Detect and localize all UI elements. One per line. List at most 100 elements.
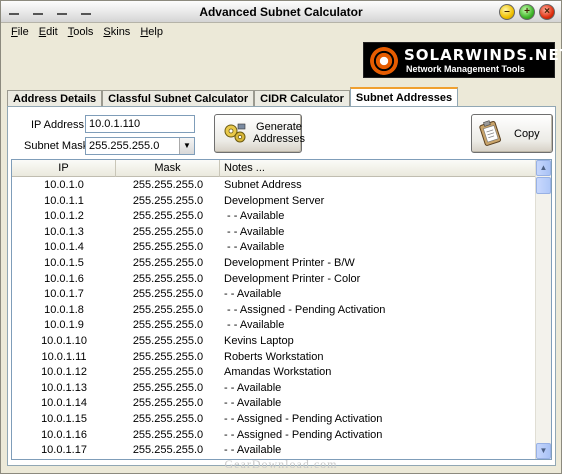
notes-cell: Development Printer - B/W	[224, 256, 355, 269]
table-row[interactable]: 10.0.1.0 255.255.255.0 Subnet Address	[12, 178, 536, 194]
notes-cell: - - Available	[224, 225, 285, 238]
mask-cell: 255.255.255.0	[132, 303, 204, 316]
notes-cell: - - Available	[224, 381, 282, 394]
mask-cell: 255.255.255.0	[132, 350, 204, 363]
table-row[interactable]: 10.0.1.5 255.255.255.0 Development Printer…	[12, 256, 536, 272]
notes-cell: - - Available	[224, 288, 282, 301]
mask-cell: 255.255.255.0	[132, 334, 204, 347]
mask-cell: 255.255.255.0	[132, 194, 204, 207]
column-header-mask[interactable]: Mask	[116, 160, 220, 177]
logo-tagline: Network Management Tools	[406, 64, 525, 74]
table-row[interactable]: 10.0.1.10 255.255.255.0 Kevins Laptop	[12, 334, 536, 350]
scroll-up-button[interactable]: ▲	[536, 160, 551, 176]
mask-cell: 255.255.255.0	[132, 319, 204, 332]
table-row[interactable]: 10.0.1.6 255.255.255.0 Development Printer…	[12, 272, 536, 288]
notes-cell: Kevins Laptop	[224, 334, 294, 347]
mask-cell: 255.255.255.0	[132, 256, 204, 269]
notes-cell: Roberts Workstation	[224, 350, 324, 363]
mask-cell: 255.255.255.0	[132, 288, 204, 301]
table-row[interactable]: 10.0.1.3 255.255.255.0 - - Available	[12, 225, 536, 241]
menu-skins[interactable]: Skins	[103, 26, 130, 38]
mask-cell: 255.255.255.0	[132, 397, 204, 410]
ip-cell: 10.0.1.12	[41, 366, 87, 379]
ip-cell: 10.0.1.3	[44, 225, 84, 238]
ip-cell: 10.0.1.9	[44, 319, 84, 332]
notes-cell: - - Available	[224, 241, 285, 254]
table-row[interactable]: 10.0.1.1 255.255.255.0 Development Server	[12, 194, 536, 210]
chevron-down-icon: ▼	[539, 446, 548, 455]
notes-cell: - - Assigned - Pending Activation	[224, 428, 383, 441]
window-controls: – + ×	[499, 4, 555, 20]
table-row[interactable]: 10.0.1.16 255.255.255.0 - - Assigned - Pen…	[12, 428, 536, 444]
solarwinds-logo: SOLARWINDS.NET Network Management Tools	[363, 42, 562, 78]
column-header-ip[interactable]: IP	[12, 160, 116, 177]
window-title: Advanced Subnet Calculator	[199, 5, 363, 19]
tab-address-details[interactable]: Address Details	[7, 90, 103, 107]
table-row[interactable]: 10.0.1.2 255.255.255.0 - - Available	[12, 209, 536, 225]
mask-cell: 255.255.255.0	[132, 225, 204, 238]
chevron-down-icon[interactable]: ▼	[179, 138, 194, 154]
mask-cell: 255.255.255.0	[132, 428, 204, 441]
menu-help[interactable]: Help	[140, 26, 163, 38]
maximize-icon: +	[524, 6, 530, 17]
vertical-scrollbar[interactable]: ▲ ▼	[535, 160, 551, 459]
notes-cell: Amandas Workstation	[224, 366, 332, 379]
tab-subnet-addresses[interactable]: Subnet Addresses	[349, 87, 459, 107]
menu-edit[interactable]: Edit	[39, 26, 58, 38]
tab-classful-subnet-calculator[interactable]: Classful Subnet Calculator	[102, 90, 255, 107]
ip-cell: 10.0.1.4	[44, 241, 84, 254]
table-row[interactable]: 10.0.1.13 255.255.255.0 - - Available	[12, 381, 536, 397]
generate-addresses-label: Generate Addresses	[253, 121, 305, 145]
subnet-mask-value: 255.255.255.0	[89, 140, 160, 152]
notes-cell: - - Available	[224, 210, 285, 223]
generate-addresses-button[interactable]: Generate Addresses	[214, 114, 305, 153]
chevron-up-icon: ▲	[539, 163, 548, 172]
table-row[interactable]: 10.0.1.12 255.255.255.0 Amandas Workstatio…	[12, 365, 536, 381]
subnet-mask-select[interactable]: 255.255.255.0 ▼	[85, 137, 195, 155]
ip-address-input[interactable]: 10.0.1.110	[85, 115, 195, 133]
notes-cell: Development Printer - Color	[224, 272, 361, 285]
table-row[interactable]: 10.0.1.8 255.255.255.0 - - Assigned - Pen…	[12, 303, 536, 319]
table-row[interactable]: 10.0.1.4 255.255.255.0 - - Available	[12, 240, 536, 256]
maximize-button[interactable]: +	[519, 4, 535, 20]
title-bar[interactable]: Advanced Subnet Calculator – + ×	[1, 1, 561, 23]
ip-cell: 10.0.1.8	[44, 303, 84, 316]
ip-cell: 10.0.1.10	[41, 334, 87, 347]
copy-button[interactable]: Copy	[471, 114, 553, 153]
ip-cell: 10.0.1.0	[44, 179, 84, 191]
list-header: IP Mask Notes ...	[12, 160, 536, 177]
ip-cell: 10.0.1.16	[41, 428, 87, 441]
column-header-notes[interactable]: Notes ...	[220, 160, 536, 177]
ip-cell: 10.0.1.14	[41, 397, 87, 410]
ip-cell: 10.0.1.2	[44, 210, 84, 223]
notes-cell: Development Server	[224, 194, 325, 207]
gears-icon	[224, 123, 246, 143]
ip-cell: 10.0.1.5	[44, 256, 84, 269]
tab-cidr-calculator[interactable]: CIDR Calculator	[254, 90, 350, 107]
clipboard-icon	[479, 120, 501, 146]
ip-address-label: IP Address	[31, 119, 84, 131]
scrollbar-thumb[interactable]	[536, 177, 551, 194]
solarwinds-emblem-icon	[370, 47, 398, 75]
close-icon: ×	[544, 6, 550, 17]
table-row[interactable]: 10.0.1.9 255.255.255.0 - - Available	[12, 318, 536, 334]
ip-cell: 10.0.1.1	[44, 194, 84, 207]
close-button[interactable]: ×	[539, 4, 555, 20]
copy-label: Copy	[514, 128, 540, 140]
subnet-address-list[interactable]: IP Mask Notes ... 10.0.1.0 255.255.255.0 S…	[11, 159, 552, 460]
list-rows: 10.0.1.0 255.255.255.0 Subnet Address 10.0.…	[12, 178, 536, 459]
menu-tools[interactable]: Tools	[68, 26, 94, 38]
watermark: GearDownload.com	[224, 457, 338, 471]
menu-file[interactable]: File	[11, 26, 29, 38]
table-row[interactable]: 10.0.1.7 255.255.255.0 - - Available	[12, 287, 536, 303]
mask-cell: 255.255.255.0	[132, 412, 204, 425]
table-row[interactable]: 10.0.1.15 255.255.255.0 - - Assigned - Pen…	[12, 412, 536, 428]
mask-cell: 255.255.255.0	[132, 241, 204, 254]
table-row[interactable]: 10.0.1.11 255.255.255.0 Roberts Workstatio…	[12, 350, 536, 366]
ip-cell: 10.0.1.15	[41, 412, 87, 425]
banner-area: SOLARWINDS.NET Network Management Tools	[1, 41, 562, 81]
tab-strip: Address Details Classful Subnet Calculat…	[7, 87, 459, 107]
minimize-button[interactable]: –	[499, 4, 515, 20]
table-row[interactable]: 10.0.1.14 255.255.255.0 - - Available	[12, 396, 536, 412]
mask-cell: 255.255.255.0	[132, 381, 204, 394]
